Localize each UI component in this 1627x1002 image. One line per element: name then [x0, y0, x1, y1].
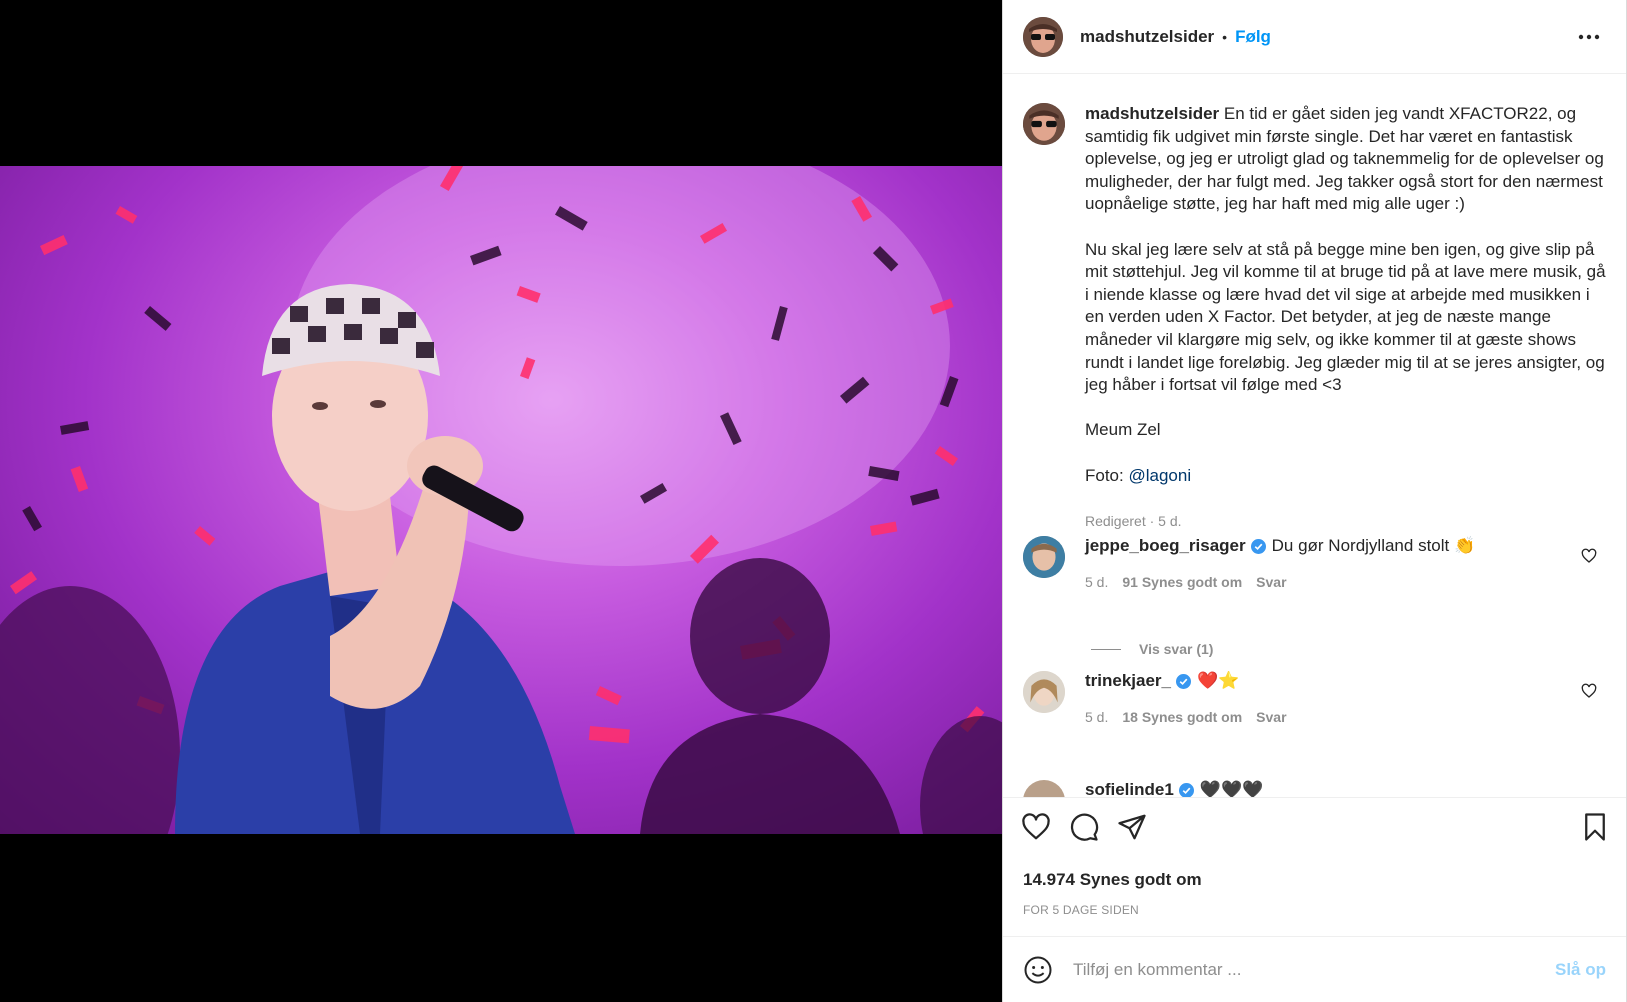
comment-reply-button[interactable]: Svar	[1256, 574, 1286, 590]
comment-icon[interactable]	[1069, 812, 1099, 842]
share-icon[interactable]	[1117, 812, 1147, 842]
action-icons	[1021, 812, 1147, 842]
comment-age: 5 d.	[1085, 574, 1109, 590]
comment-item: trinekjaer_ ❤️⭐ 5 d. 18 Synes godt om Sv…	[1023, 671, 1613, 725]
caption-paragraph-2: Nu skal jeg lære selv at stå på begge mi…	[1085, 239, 1606, 395]
comment-text: ❤️⭐	[1197, 671, 1240, 690]
post-photo[interactable]	[0, 166, 1002, 834]
post-caption: madshutzelsider En tid er gået siden jeg…	[1023, 103, 1613, 532]
verified-icon	[1178, 782, 1194, 797]
comment-item: jeppe_boeg_risager Du gør Nordjylland st…	[1023, 536, 1613, 590]
more-options-icon[interactable]	[1574, 22, 1604, 52]
comments-scroll-area[interactable]: madshutzelsider En tid er gået siden jeg…	[1003, 75, 1626, 797]
comment-meta: 5 d. 91 Synes godt om Svar	[1085, 574, 1475, 590]
caption-photo-credit: Foto: @lagoni	[1085, 465, 1610, 488]
avatar-image	[1023, 671, 1065, 713]
comment-age: 5 d.	[1085, 709, 1109, 725]
post-media	[0, 0, 1002, 1002]
bookmark-icon[interactable]	[1580, 812, 1610, 842]
comment-meta: 5 d. 18 Synes godt om Svar	[1085, 709, 1287, 725]
concert-photo-illustration	[0, 166, 1002, 834]
comment-username[interactable]: trinekjaer_	[1085, 671, 1171, 691]
view-replies-label: Vis svar (1)	[1139, 641, 1214, 657]
caption-username[interactable]: madshutzelsider	[1085, 104, 1219, 123]
verified-icon	[1250, 538, 1266, 554]
caption-body: madshutzelsider En tid er gået siden jeg…	[1085, 103, 1610, 532]
avatar-image	[1023, 103, 1065, 145]
like-icon[interactable]	[1021, 812, 1051, 842]
replies-divider	[1091, 648, 1121, 650]
comment-item: sofielinde1 🖤🖤🖤	[1023, 780, 1613, 797]
caption-paragraph-1: madshutzelsider En tid er gået siden jeg…	[1085, 103, 1610, 216]
commenter-avatar[interactable]	[1023, 671, 1065, 713]
author-username[interactable]: madshutzelsider	[1080, 27, 1214, 47]
comment-line: sofielinde1 🖤🖤🖤	[1085, 780, 1263, 797]
post-side-panel: madshutzelsider • Følg madshutzelsider E…	[1002, 0, 1627, 1002]
post-comment-button[interactable]: Slå op	[1555, 960, 1606, 980]
comment-like-count[interactable]: 18 Synes godt om	[1122, 709, 1242, 725]
emoji-icon[interactable]	[1023, 955, 1053, 985]
comment-composer: Slå op	[1003, 936, 1626, 1002]
view-replies-button[interactable]: Vis svar (1)	[1091, 641, 1213, 657]
comment-username[interactable]: sofielinde1	[1085, 780, 1174, 797]
post-actions: 14.974 Synes godt om FOR 5 DAGE SIDEN	[1003, 797, 1626, 937]
comment-text: 🖤🖤🖤	[1199, 780, 1264, 797]
comment-input[interactable]	[1073, 959, 1543, 980]
separator-dot: •	[1222, 28, 1228, 45]
comment-body: trinekjaer_ ❤️⭐ 5 d. 18 Synes godt om Sv…	[1085, 671, 1287, 725]
comment-line: jeppe_boeg_risager Du gør Nordjylland st…	[1085, 536, 1475, 556]
comment-body: jeppe_boeg_risager Du gør Nordjylland st…	[1085, 536, 1475, 590]
likes-count[interactable]: 14.974 Synes godt om	[1023, 870, 1202, 890]
caption-signature: Meum Zel	[1085, 420, 1161, 440]
comment-username[interactable]: jeppe_boeg_risager	[1085, 536, 1246, 556]
avatar-image	[1023, 16, 1063, 57]
commenter-avatar[interactable]	[1023, 536, 1065, 578]
verified-icon	[1176, 673, 1191, 689]
photo-credit-prefix: Foto:	[1085, 465, 1129, 485]
caption-meta: Redigeret · 5 d.	[1085, 512, 1182, 529]
photo-credit-mention[interactable]: @lagoni	[1128, 466, 1191, 485]
comment-reply-button[interactable]: Svar	[1256, 709, 1286, 725]
small-heart-icon[interactable]	[1581, 683, 1597, 699]
comment-body: sofielinde1 🖤🖤🖤	[1085, 780, 1263, 797]
follow-button[interactable]: Følg	[1235, 27, 1271, 47]
small-heart-icon[interactable]	[1581, 548, 1597, 564]
comment-text: Du gør Nordjylland stolt 👏	[1271, 536, 1476, 555]
caption-author-avatar[interactable]	[1023, 103, 1065, 145]
author-avatar[interactable]	[1023, 16, 1063, 57]
comment-line: trinekjaer_ ❤️⭐	[1085, 671, 1287, 691]
post-timestamp[interactable]: FOR 5 DAGE SIDEN	[1023, 903, 1139, 917]
comment-like-count[interactable]: 91 Synes godt om	[1122, 574, 1242, 590]
post-header: madshutzelsider • Følg	[1003, 0, 1626, 74]
commenter-avatar[interactable]	[1023, 780, 1065, 797]
avatar-image	[1023, 536, 1065, 578]
